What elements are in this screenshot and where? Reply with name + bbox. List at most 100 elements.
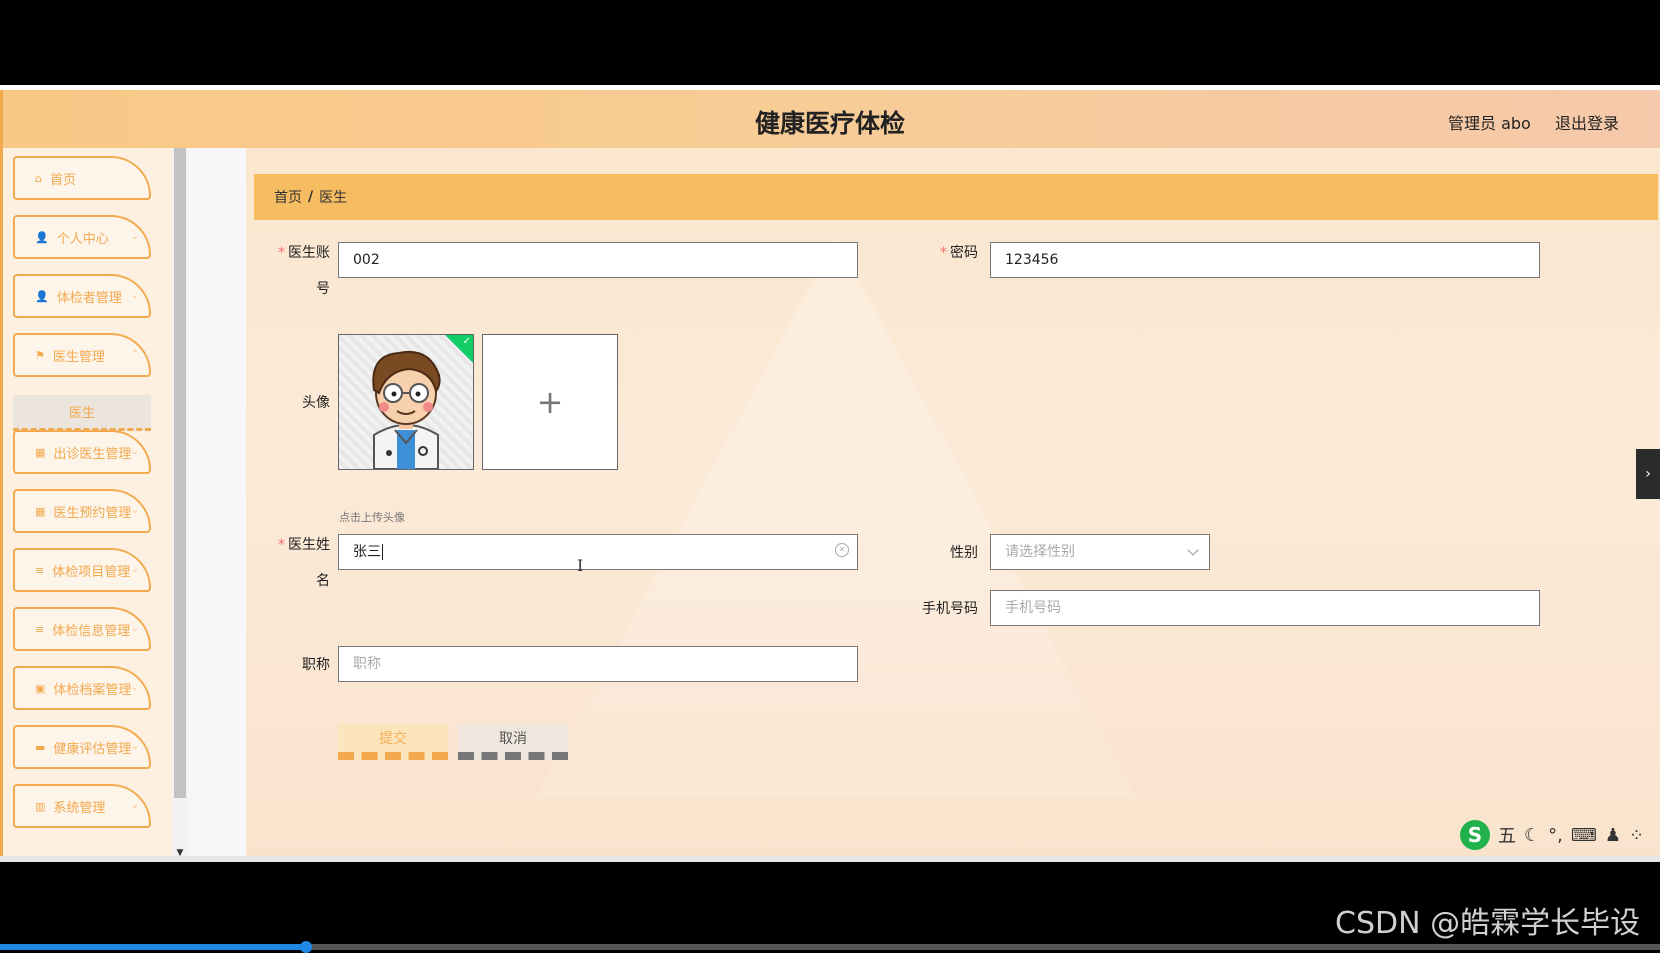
required-mark: *: [278, 537, 285, 553]
chevron-down-icon: ⌄: [130, 564, 139, 575]
ibeam-cursor-icon: I: [577, 556, 584, 575]
doctor-name-input[interactable]: 张三 I ✕: [338, 534, 858, 575]
apps-icon[interactable]: ⁘: [1629, 825, 1644, 846]
chevron-down-icon: [1187, 544, 1199, 556]
upload-avatar-button[interactable]: +: [482, 334, 618, 470]
main-content: 首页 / 医生 * 医生账 号 002 * 密码 123456 头像 ✓ + 点…: [246, 148, 1660, 862]
home-icon: ⌂: [35, 171, 42, 185]
gender-placeholder: 请选择性别: [1005, 544, 1075, 560]
sidebar-item-label: 个人中心: [56, 231, 109, 247]
app-window: 健康医疗体检 管理员 abo 退出登录 ⌂ 首页 👤 个人中心 ⌄ 👤 体检者管…: [0, 90, 1660, 862]
chevron-up-icon: ⌃: [130, 349, 139, 360]
gender-select[interactable]: 请选择性别: [990, 534, 1210, 570]
text-caret: [382, 544, 383, 560]
breadcrumb-current: 医生: [319, 190, 348, 206]
flag-icon: ⚑: [35, 348, 45, 362]
grid-icon: ▦: [35, 504, 46, 518]
header: 健康医疗体检 管理员 abo 退出登录: [0, 90, 1660, 148]
submit-button[interactable]: 提交: [338, 724, 448, 760]
password-label: * 密码: [906, 242, 978, 262]
password-input[interactable]: 123456: [990, 242, 1540, 278]
sidebar-item-visiting-doctor-management[interactable]: ▦ 出诊医生管理 ⌄: [13, 430, 151, 474]
sidebar-item-exam-info-management[interactable]: ≡ 体检信息管理 ⌄: [13, 607, 151, 651]
app-title: 健康医疗体检: [754, 109, 905, 138]
sidebar-item-appointment-management[interactable]: ▦ 医生预约管理 ⌄: [13, 489, 151, 533]
grid-icon: ▦: [35, 445, 46, 459]
job-title-label: 职称: [302, 657, 330, 673]
gender-label: 性别: [950, 545, 978, 561]
sidebar-item-label: 健康评估管理: [53, 741, 132, 757]
user-icon: 👤: [35, 289, 49, 303]
chevron-down-icon: ⌄: [130, 800, 139, 811]
phone-label: 手机号码: [922, 601, 978, 617]
cancel-button[interactable]: 取消: [458, 724, 568, 760]
scrollbar-thumb[interactable]: [174, 148, 186, 798]
system-icon: ▥: [35, 799, 46, 813]
punctuation-icon[interactable]: °,: [1548, 825, 1563, 846]
sidebar-item-label: 体检档案管理: [53, 682, 132, 698]
required-mark: *: [278, 245, 285, 261]
logout-link[interactable]: 退出登录: [1555, 110, 1619, 134]
keyboard-icon[interactable]: ⌨: [1571, 825, 1597, 846]
breadcrumb: 首页 / 医生: [254, 174, 1658, 220]
account-label: * 医生账: [266, 242, 330, 262]
sidebar-item-label: 医生管理: [52, 349, 105, 365]
breadcrumb-separator: /: [308, 189, 314, 205]
avatar-preview[interactable]: ✓: [338, 334, 474, 470]
sidebar-subitem-doctor[interactable]: 医生: [13, 395, 151, 431]
csdn-watermark: CSDN @皓霖学长毕设: [1335, 906, 1641, 941]
sidebar-item-label: 出诊医生管理: [53, 446, 132, 462]
chevron-down-icon: ⌄: [130, 446, 139, 457]
sidebar-item-exam-item-management[interactable]: ≡ 体检项目管理 ⌄: [13, 548, 151, 592]
sidebar-item-label: 体检信息管理: [52, 623, 131, 639]
video-progress-bar[interactable]: [0, 941, 1660, 953]
sidebar-item-label: 体检项目管理: [52, 564, 131, 580]
doctor-name-label-text: 医生姓: [288, 537, 330, 553]
account-input[interactable]: 002: [338, 242, 858, 278]
right-panel-toggle[interactable]: ›: [1636, 449, 1660, 499]
doctor-name-label: * 医生姓: [266, 534, 330, 554]
archive-icon: ▣: [35, 681, 46, 695]
sidebar-item-label: 体检者管理: [56, 290, 122, 306]
breadcrumb-home[interactable]: 首页: [274, 187, 302, 207]
sidebar-item-personal-center[interactable]: 👤 个人中心 ⌄: [13, 215, 151, 259]
background-pyramid: [536, 238, 1136, 798]
doctor-name-label-suffix: 名: [316, 573, 330, 589]
user-icon[interactable]: ♟: [1605, 825, 1621, 846]
sogou-logo-icon[interactable]: S: [1460, 820, 1490, 850]
sidebar-item-exam-archive-management[interactable]: ▣ 体检档案管理 ⌄: [13, 666, 151, 710]
clear-icon[interactable]: ✕: [835, 543, 849, 557]
chevron-down-icon: ⌄: [130, 290, 139, 301]
sidebar-item-doctor-management[interactable]: ⚑ 医生管理 ⌃: [13, 333, 151, 377]
plus-icon: +: [536, 383, 564, 421]
upload-hint: 点击上传头像: [339, 511, 405, 524]
sidebar-item-home[interactable]: ⌂ 首页: [13, 156, 151, 200]
top-black-band: [0, 0, 1660, 85]
app-bottom-border: [0, 856, 1660, 862]
sidebar-item-health-assessment-management[interactable]: ▬ 健康评估管理 ⌄: [13, 725, 151, 769]
chevron-down-icon: ⌄: [130, 505, 139, 516]
doctor-name-value: 张三: [353, 544, 381, 560]
sidebar-item-examinee-management[interactable]: 👤 体检者管理 ⌄: [13, 274, 151, 318]
account-label-suffix: 号: [316, 281, 330, 297]
phone-input[interactable]: 手机号码: [990, 590, 1540, 626]
chevron-right-icon: ›: [1645, 466, 1651, 482]
account-label-text: 医生账: [288, 245, 330, 261]
sidebar-scrollbar[interactable]: ▼: [172, 148, 188, 862]
ime-mode-indicator[interactable]: 五: [1498, 822, 1516, 848]
chat-icon: ▬: [35, 740, 46, 754]
admin-label: 管理员 abo: [1448, 114, 1531, 133]
avatar-label: 头像: [302, 395, 330, 411]
progress-knob[interactable]: [300, 941, 312, 953]
moon-icon[interactable]: ☾: [1524, 825, 1540, 846]
chevron-down-icon: ⌄: [130, 682, 139, 693]
sidebar-item-label: 首页: [49, 172, 76, 188]
sidebar-item-system-management[interactable]: ▥ 系统管理 ⌄: [13, 784, 151, 828]
user-icon: 👤: [35, 230, 49, 244]
ime-toolbar: S 五 ☾ °, ⌨ ♟ ⁘: [1460, 818, 1660, 852]
password-label-text: 密码: [950, 245, 978, 261]
job-title-input[interactable]: 职称: [338, 646, 858, 682]
sidebar-gap: [188, 148, 246, 862]
sidebar-item-label: 系统管理: [53, 800, 106, 816]
chevron-down-icon: ⌄: [130, 741, 139, 752]
